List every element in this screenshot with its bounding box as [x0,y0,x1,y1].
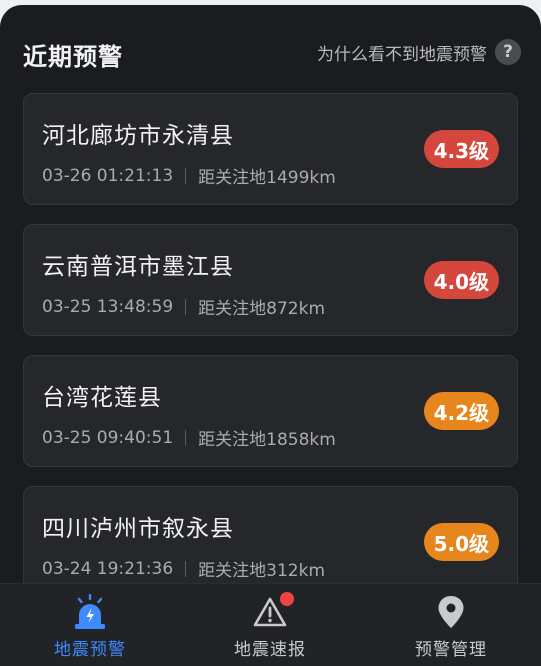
magnitude-badge: 5.0级 [423,523,499,561]
app-screen: 近期预警 为什么看不到地震预警 ? 河北廊坊市永清县 03-26 01:21:1… [0,5,541,666]
warning-card[interactable]: 台湾花莲县 03-25 09:40:51 距关注地1858km 4.2级 [23,355,518,467]
alarm-siren-icon [70,593,110,630]
tab-label: 预警管理 [415,640,487,660]
tab-warning-management[interactable]: 预警管理 [361,584,541,666]
warning-time: 03-26 01:21:13 [42,165,174,186]
warning-location: 台湾花莲县 [42,385,162,411]
warning-location: 河北廊坊市永清县 [42,123,234,149]
warning-time: 03-25 13:48:59 [42,296,174,317]
tab-label: 地震预警 [54,640,126,660]
question-mark-icon[interactable]: ? [495,39,521,65]
warning-distance: 距关注地872km [198,299,326,319]
location-pin-icon [431,594,471,630]
magnitude-badge: 4.0级 [423,261,499,299]
warning-card[interactable]: 河北廊坊市永清县 03-26 01:21:13 距关注地1499km 4.3级 [23,93,518,205]
warning-meta: 03-25 09:40:51 距关注地1858km [42,425,336,451]
page-title: 近期预警 [23,43,123,71]
help-link[interactable]: 为什么看不到地震预警 ? [317,39,521,65]
warning-triangle-icon [250,592,294,630]
help-link-label: 为什么看不到地震预警 [317,44,487,65]
warning-card[interactable]: 云南普洱市墨江县 03-25 13:48:59 距关注地872km 4.0级 [23,224,518,336]
warning-location: 云南普洱市墨江县 [42,254,234,280]
tab-label: 地震速报 [234,640,306,660]
divider [185,298,187,315]
divider [185,560,187,577]
bottom-tab-bar: 地震预警 地震速报 预警管理 [0,583,541,666]
warning-distance: 距关注地1858km [198,430,336,450]
warning-meta: 03-26 01:21:13 距关注地1499km [42,163,336,189]
warning-time: 03-25 09:40:51 [42,427,174,448]
warning-location: 四川泸州市叙永县 [42,516,234,542]
warning-distance: 距关注地1499km [198,168,336,188]
warning-card[interactable]: 四川泸州市叙永县 03-24 19:21:36 距关注地312km 5.0级 [23,486,518,598]
tab-earthquake-report[interactable]: 地震速报 [180,584,360,666]
divider [185,167,187,184]
tab-earthquake-warning[interactable]: 地震预警 [0,584,180,666]
header: 近期预警 为什么看不到地震预警 ? [0,5,541,93]
warning-time: 03-24 19:21:36 [42,558,174,579]
notification-dot [280,592,294,606]
magnitude-badge: 4.3级 [423,130,499,168]
divider [185,429,187,446]
warning-distance: 距关注地312km [198,561,326,581]
magnitude-badge: 4.2级 [423,392,499,430]
warning-meta: 03-24 19:21:36 距关注地312km [42,556,326,582]
warning-meta: 03-25 13:48:59 距关注地872km [42,294,326,320]
